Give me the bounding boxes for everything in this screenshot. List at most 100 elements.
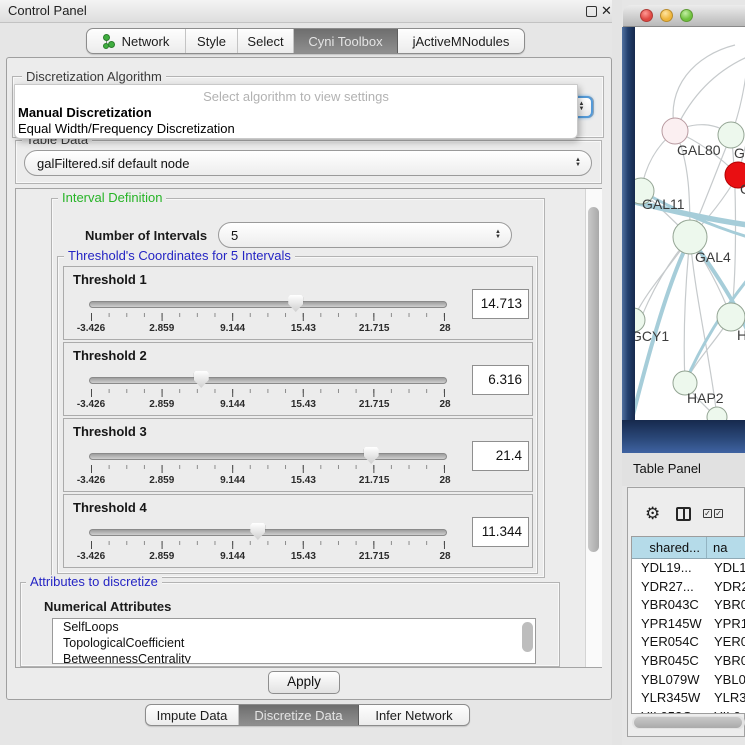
node-label-gal4: GAL4: [695, 249, 731, 265]
list-scrollbar-thumb[interactable]: [522, 622, 533, 652]
number-of-intervals-label: Number of Intervals: [85, 228, 207, 243]
slider-thumb[interactable]: [364, 447, 379, 464]
interval-definition-group-title: Interval Definition: [58, 191, 166, 205]
slider-track[interactable]: [89, 529, 447, 536]
float-window-icon[interactable]: [586, 6, 597, 17]
tab-select-label: Select: [247, 34, 283, 49]
node-attribute-table[interactable]: shared... na YDL19...YDL1 YDR27...YDR2 Y…: [631, 536, 745, 714]
checkbox-icon[interactable]: ✓: [703, 509, 712, 518]
slider-track[interactable]: [89, 301, 447, 308]
checkbox-icon[interactable]: ✓: [714, 509, 723, 518]
tab-cyni-toolbox[interactable]: Cyni Toolbox: [294, 29, 398, 53]
slider-tick-labels: -3.426 2.859 9.144 15.43 21.715 28: [91, 323, 445, 335]
table-data-combobox[interactable]: galFiltered.sif default node ▲▼: [24, 150, 592, 176]
node-label-ga: GA: [734, 145, 745, 161]
tab-network[interactable]: Network: [87, 29, 186, 53]
threshold-3-value-field[interactable]: 21.4: [472, 441, 529, 471]
tab-jactivemnodules[interactable]: jActiveMNodules: [398, 29, 524, 53]
bottom-tabbar: Impute Data Discretize Data Infer Networ…: [145, 704, 470, 726]
table-row[interactable]: YDL19...YDL1: [632, 559, 745, 578]
numerical-attributes-label: Numerical Attributes: [44, 599, 171, 614]
tab-select[interactable]: Select: [238, 29, 294, 53]
tab-cyni-toolbox-label: Cyni Toolbox: [308, 34, 382, 49]
node-label-gal80: GAL80: [677, 142, 721, 158]
screen: Control Panel ✕ Network Style Select Cyn…: [0, 0, 745, 745]
table-row[interactable]: YBR043CYBR0: [632, 596, 745, 615]
network-nodes: [635, 118, 745, 420]
threshold-2-value-field[interactable]: 6.316: [472, 365, 529, 395]
threshold-1-value-field[interactable]: 14.713: [472, 289, 529, 319]
vertical-scrollbar-thumb[interactable]: [588, 207, 599, 552]
threshold-4-value-field[interactable]: 11.344: [472, 517, 529, 547]
table-row[interactable]: YER054CYER0: [632, 633, 745, 652]
threshold-1-label: Threshold 1: [73, 272, 147, 287]
tab-impute-data-label: Impute Data: [157, 708, 228, 723]
horizontal-scrollbar-thumb[interactable]: [634, 717, 742, 728]
network-node-bottom[interactable]: [707, 407, 727, 420]
table-panel-title: Table Panel: [633, 461, 701, 476]
tab-impute-data[interactable]: Impute Data: [146, 705, 239, 725]
threshold-4-slider[interactable]: -3.426 2.859 9.144 15.43 21.715 28: [91, 525, 445, 565]
tab-discretize-data[interactable]: Discretize Data: [239, 705, 359, 725]
tab-discretize-data-label: Discretize Data: [254, 708, 342, 723]
node-label-c: C: [740, 181, 745, 197]
table-row[interactable]: YBL079WYBL0: [632, 671, 745, 690]
node-label-gal11: GAL11: [642, 196, 685, 212]
list-item[interactable]: TopologicalCoefficient: [53, 635, 535, 651]
zoom-traffic-light-icon[interactable]: [680, 9, 693, 22]
list-item[interactable]: SelfLoops: [53, 619, 535, 635]
tab-style-label: Style: [197, 34, 226, 49]
numerical-attributes-list[interactable]: SelfLoops TopologicalCoefficient Between…: [52, 618, 536, 664]
slider-track[interactable]: [89, 377, 447, 384]
threshold-2-box: Threshold 2 -3.426 2.859 9.144 15.43 21.…: [63, 342, 533, 416]
network-icon: [103, 34, 116, 48]
close-traffic-light-icon[interactable]: [640, 9, 653, 22]
column-header-shared-name[interactable]: shared...: [632, 537, 707, 558]
slider-major-ticks: [91, 465, 445, 473]
split-columns-icon[interactable]: [676, 507, 691, 521]
apply-button[interactable]: Apply: [268, 671, 340, 694]
network-window-frame-left: [622, 27, 635, 453]
gear-icon[interactable]: ⚙: [645, 504, 660, 524]
slider-thumb[interactable]: [194, 371, 209, 388]
table-row[interactable]: YBR045CYBR0: [632, 652, 745, 671]
network-window-titlebar[interactable]: [623, 5, 745, 27]
table-row[interactable]: YPR145WYPR1: [632, 615, 745, 634]
window-gap: [612, 0, 622, 745]
number-of-intervals-combobox[interactable]: 5 ▲▼: [218, 222, 512, 248]
table-header-row: shared... na: [632, 537, 745, 559]
algorithm-dropdown-popup: Select algorithm to view settings Manual…: [14, 84, 578, 139]
close-icon[interactable]: ✕: [601, 3, 612, 19]
slider-major-ticks: [91, 389, 445, 397]
table-row[interactable]: YDR27...YDR2: [632, 578, 745, 597]
network-node-gal80[interactable]: [662, 118, 688, 144]
threshold-1-slider[interactable]: -3.426 2.859 9.144 15.43 21.715 28: [91, 297, 445, 337]
list-item[interactable]: BetweennessCentrality: [53, 651, 535, 664]
threshold-2-slider[interactable]: -3.426 2.859 9.144 15.43 21.715 28: [91, 373, 445, 413]
tab-style[interactable]: Style: [186, 29, 238, 53]
network-view-canvas[interactable]: GAL80 GA C GAL11 GAL4 GCY1 H HAP2: [635, 27, 745, 420]
slider-major-ticks: [91, 541, 445, 549]
popup-item-equal-width-frequency[interactable]: Equal Width/Frequency Discretization: [18, 121, 235, 136]
slider-track[interactable]: [89, 453, 447, 460]
popup-item-manual-discretization[interactable]: Manual Discretization: [18, 105, 152, 120]
number-of-intervals-value: 5: [219, 228, 495, 243]
node-label-h: H: [737, 327, 745, 343]
combo-arrows-icon: ▲▼: [495, 230, 501, 240]
control-panel-tabbar: Network Style Select Cyni Toolbox jActiv…: [86, 28, 525, 54]
discretization-algorithm-group-title: Discretization Algorithm: [22, 70, 166, 84]
table-row[interactable]: YIL052CYIL0: [632, 708, 745, 714]
popup-placeholder-item[interactable]: Select algorithm to view settings: [15, 89, 577, 104]
slider-tick-labels: -3.426 2.859 9.144 15.43 21.715 28: [91, 399, 445, 411]
slider-thumb[interactable]: [288, 295, 303, 312]
table-row[interactable]: YLR345WYLR3: [632, 689, 745, 708]
threshold-3-slider[interactable]: -3.426 2.859 9.144 15.43 21.715 28: [91, 449, 445, 489]
tab-infer-network[interactable]: Infer Network: [359, 705, 469, 725]
slider-thumb[interactable]: [250, 523, 265, 540]
column-header-name[interactable]: na: [707, 537, 745, 558]
table-data-combobox-value: galFiltered.sif default node: [25, 156, 575, 171]
tab-network-label: Network: [122, 34, 170, 49]
threshold-4-box: Threshold 4 -3.426 2.859 9.144 15.43 21.…: [63, 494, 533, 568]
thresholds-coordinates-group-title: Threshold's Coordinates for 5 Intervals: [64, 249, 295, 263]
minimize-traffic-light-icon[interactable]: [660, 9, 673, 22]
